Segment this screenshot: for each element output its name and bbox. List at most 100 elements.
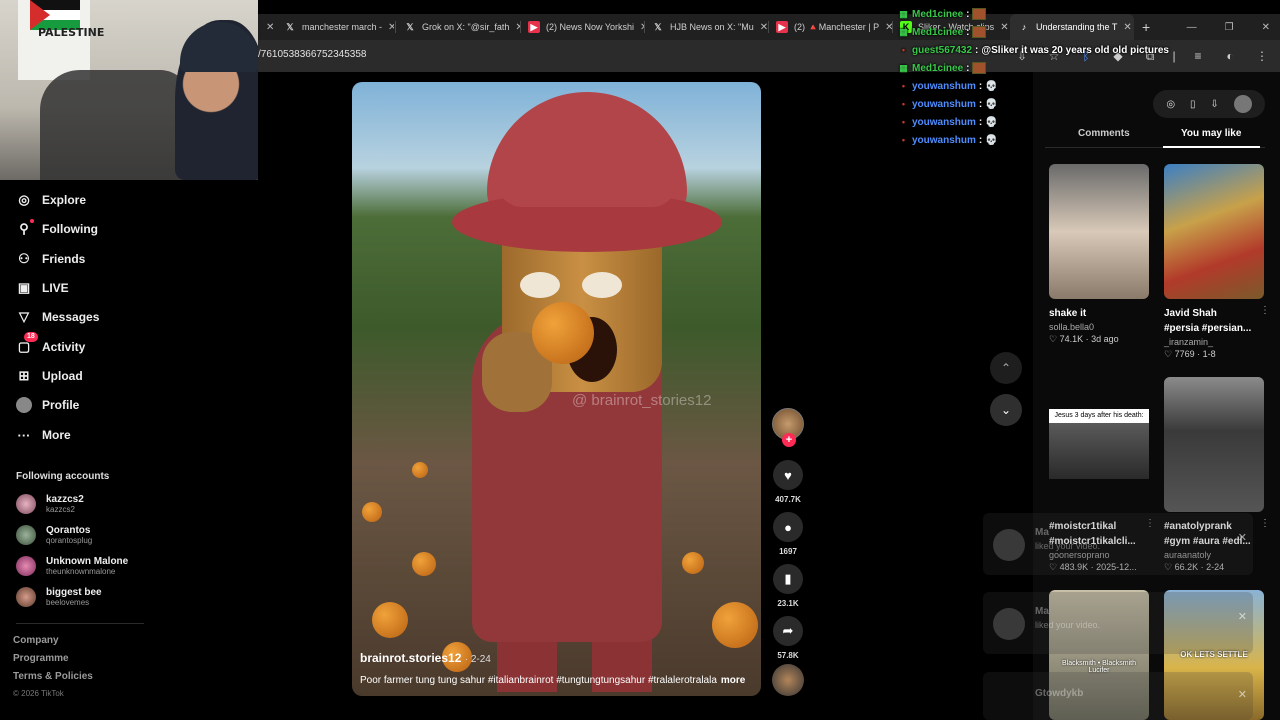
caption-more-button[interactable]: more xyxy=(721,675,745,686)
footer-link-company[interactable]: Company xyxy=(13,635,59,646)
account-item[interactable]: biggest bee beelovemes xyxy=(16,587,102,607)
tab-label: Grok on X: "@sir_fath xyxy=(422,22,510,32)
sidebar-item-profile[interactable]: Profile xyxy=(16,394,79,416)
download-icon[interactable]: ⇩ xyxy=(1210,99,1218,110)
more-options-icon[interactable]: ⋮ xyxy=(1260,305,1270,316)
notification-toast[interactable]: Gtowdykb ✕ xyxy=(983,672,1253,720)
dot-icon: • xyxy=(901,45,906,55)
save-count: 23.1K xyxy=(777,599,799,608)
chevron-up-icon: ⌃ xyxy=(1000,361,1012,375)
tab-you-may-like[interactable]: You may like xyxy=(1181,128,1241,139)
chat-username: youwanshum xyxy=(912,116,976,128)
card-author[interactable]: _iranzamin_ xyxy=(1164,337,1264,347)
music-disc-icon[interactable] xyxy=(772,664,804,696)
restore-icon[interactable]: ❐ xyxy=(1225,22,1234,33)
video-thumbnail[interactable] xyxy=(1164,377,1264,512)
notification-toast[interactable]: Ma liked your video. ✕ xyxy=(983,513,1253,575)
tab-2[interactable]: ▶ (2) News Now Yorkshi ✕ xyxy=(520,14,644,40)
chat-username: guest567432 xyxy=(912,44,973,56)
tab-comments[interactable]: Comments xyxy=(1078,128,1130,139)
tab-1[interactable]: 𝕏 Grok on X: "@sir_fath ✕ xyxy=(396,14,520,40)
video-thumbnail[interactable]: Jesus 3 days after his death: xyxy=(1049,377,1149,512)
card-author[interactable]: solla.bella0 xyxy=(1049,322,1149,332)
thumbnail-caption: Jesus 3 days after his death: xyxy=(1049,409,1149,423)
sidebar-item-messages[interactable]: ▽ Messages xyxy=(16,306,99,328)
orange-fruit xyxy=(362,502,382,522)
held-orange xyxy=(532,302,594,364)
url-text[interactable]: /7610538366752345358 xyxy=(258,49,366,60)
tab-3[interactable]: 𝕏 HJB News on X: "Mu ✕ xyxy=(644,14,768,40)
sidebar-item-live[interactable]: ▣ LIVE xyxy=(16,277,69,299)
chat-message: ▦ Med1cinee: xyxy=(898,24,987,40)
tab-close-partial[interactable]: ✕ xyxy=(258,14,274,40)
account-name: biggest bee xyxy=(46,587,102,598)
sidebar-item-friends[interactable]: ⚇ Friends xyxy=(16,248,85,270)
video-thumbnail[interactable] xyxy=(1049,164,1149,299)
palestine-poster: PALESTINE xyxy=(18,0,104,80)
share-count: 57.8K xyxy=(777,651,799,660)
emote-icon xyxy=(972,62,987,74)
chat-message: • youwanshum: 💀 xyxy=(898,78,998,94)
more-options-icon[interactable]: ⋮ xyxy=(1260,518,1270,529)
video-author[interactable]: brainrot.stories12 · 2-24 xyxy=(360,651,491,665)
profile-avatar xyxy=(16,397,32,413)
footer-link-programme[interactable]: Programme xyxy=(13,653,69,664)
sidebar-item-activity[interactable]: ▢ 18 Activity xyxy=(16,332,85,358)
save-button[interactable]: ▮ xyxy=(773,564,803,594)
previous-video-button[interactable]: ⌃ xyxy=(990,352,1022,384)
close-icon[interactable]: ✕ xyxy=(1000,22,1008,33)
recommended-video-card[interactable]: shake it solla.bella0 ♡ 74.1K · 3d ago xyxy=(1049,164,1149,345)
footer-link-terms[interactable]: Terms & Policies xyxy=(13,671,93,682)
sidebar-item-explore[interactable]: ◎ Explore xyxy=(16,189,86,211)
post-date: 2-24 xyxy=(470,654,491,665)
comment-button[interactable]: ● xyxy=(773,512,803,542)
menu-kebab-icon[interactable]: ⋮ xyxy=(1252,46,1272,66)
avatar xyxy=(993,529,1025,561)
caption-text: Poor farmer tung tung sahur #italianbrai… xyxy=(360,675,717,686)
next-video-button[interactable]: ⌄ xyxy=(990,394,1022,426)
profile-icon[interactable]: ◐ xyxy=(1220,46,1240,66)
divider: | xyxy=(1172,49,1176,63)
avatar xyxy=(16,556,36,576)
notification-toast[interactable]: Ma liked your video. ✕ xyxy=(983,592,1253,654)
media-control-icon[interactable]: ≡ xyxy=(1188,46,1208,66)
close-icon[interactable]: ✕ xyxy=(760,22,768,33)
character-eye xyxy=(582,272,622,298)
account-item[interactable]: Unknown Malone theunknownmalone xyxy=(16,556,128,576)
dot-icon: • xyxy=(901,99,906,109)
account-item[interactable]: kazzcs2 kazzcs2 xyxy=(16,494,84,514)
close-icon[interactable]: ✕ xyxy=(1123,22,1131,33)
youtube-icon: ▶ xyxy=(528,21,540,33)
close-icon[interactable]: ✕ xyxy=(388,22,394,33)
account-item[interactable]: Qorantos qorantosplug xyxy=(16,525,92,545)
nav-label: Upload xyxy=(42,369,83,383)
compass-icon[interactable]: ◎ xyxy=(1166,99,1175,110)
close-window-icon[interactable]: ✕ xyxy=(1262,22,1270,33)
phone-icon[interactable]: ▯ xyxy=(1190,99,1196,110)
card-title: Javid Shah xyxy=(1164,308,1217,319)
tiktok-sidebar: ◎ Explore ⚲ Following ⚇ Friends ▣ LIVE ▽… xyxy=(0,180,160,720)
minimize-icon[interactable]: — xyxy=(1187,22,1197,33)
close-icon[interactable]: ✕ xyxy=(1238,531,1247,544)
tab-0[interactable]: 𝕏 manchester march - ✕ xyxy=(276,14,394,40)
recommended-video-card[interactable]: Javid Shah #persia #persian... _iranzami… xyxy=(1164,164,1270,360)
close-icon[interactable]: ✕ xyxy=(1238,688,1247,701)
author-username[interactable]: brainrot.stories12 xyxy=(360,651,461,665)
video-thumbnail[interactable] xyxy=(1164,164,1264,299)
tab-4[interactable]: ▶ (2) 🔺Manchester | P ✕ xyxy=(768,14,892,40)
sidebar-item-following[interactable]: ⚲ Following xyxy=(16,218,98,240)
tab-label: HJB News on X: "Mu xyxy=(670,22,754,32)
tab-6-active[interactable]: ♪ Understanding the T ✕ xyxy=(1010,14,1134,40)
share-button[interactable]: ➦ xyxy=(773,616,803,646)
nav-label: Friends xyxy=(42,252,86,266)
video-player[interactable]: @ brainrot_stories12 brainrot.stories12 … xyxy=(352,82,761,696)
share-arrow-icon: ➦ xyxy=(782,623,794,638)
sidebar-item-upload[interactable]: ⊞ Upload xyxy=(16,365,83,387)
close-icon[interactable]: ✕ xyxy=(1238,610,1247,623)
follow-plus-icon[interactable]: + xyxy=(782,433,796,447)
user-avatar[interactable] xyxy=(1233,95,1252,113)
close-icon[interactable]: ✕ xyxy=(885,22,892,33)
like-button[interactable]: ♥ xyxy=(773,460,803,490)
sidebar-item-more[interactable]: ··· More xyxy=(16,424,71,446)
new-tab-button[interactable]: + xyxy=(1134,14,1156,40)
